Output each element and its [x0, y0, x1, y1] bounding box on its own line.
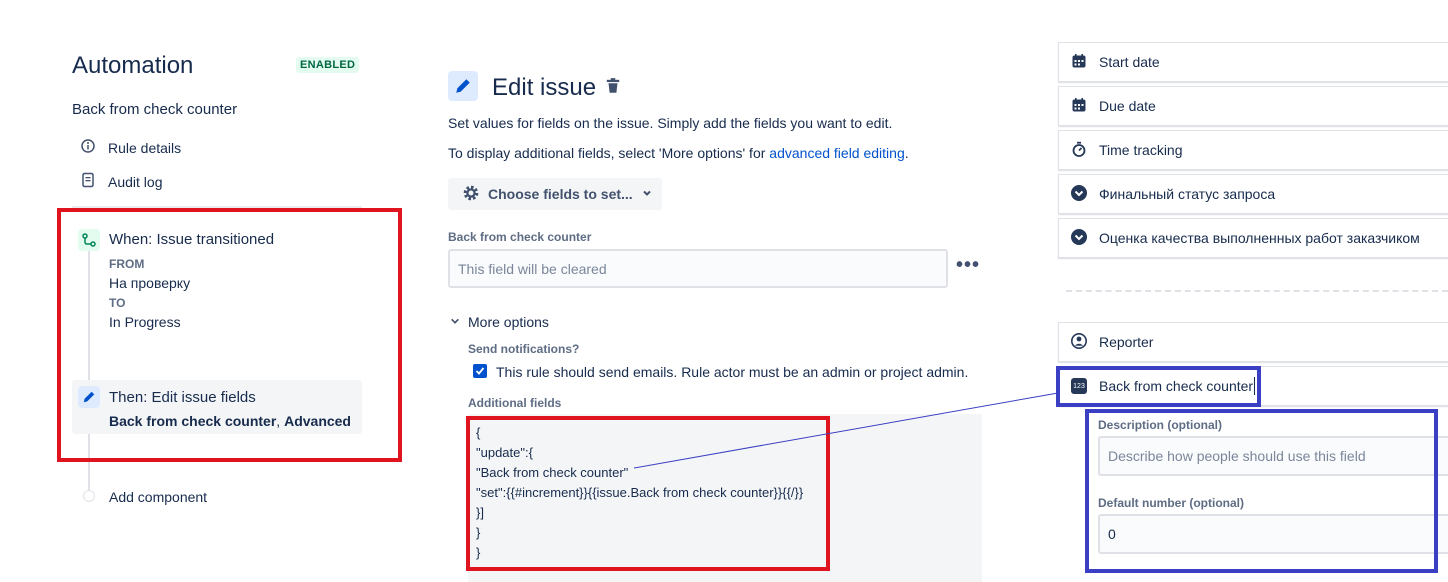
field-final-status[interactable]: Финальный статус запроса — [1058, 174, 1448, 214]
field-start-date[interactable]: Start date — [1058, 42, 1448, 82]
chevron-circle-icon — [1071, 184, 1087, 204]
field-reporter[interactable]: Reporter — [1058, 322, 1448, 362]
calendar-icon — [1071, 97, 1087, 116]
field-time-tracking-label: Time tracking — [1099, 142, 1183, 158]
field-time-tracking[interactable]: Time tracking — [1058, 130, 1448, 170]
annotation-box-blue-field — [1056, 366, 1261, 407]
chevron-circle-icon — [1071, 228, 1087, 248]
stopwatch-icon — [1071, 141, 1087, 160]
field-due-date-label: Due date — [1099, 98, 1156, 114]
user-icon — [1071, 332, 1087, 352]
field-due-date[interactable]: Due date — [1058, 86, 1448, 126]
field-quality-rating[interactable]: Оценка качества выполненных работ заказч… — [1058, 218, 1448, 258]
field-quality-rating-label: Оценка качества выполненных работ заказч… — [1099, 230, 1420, 246]
calendar-icon — [1071, 53, 1087, 72]
field-final-status-label: Финальный статус запроса — [1099, 186, 1276, 202]
field-reporter-label: Reporter — [1099, 334, 1154, 350]
field-start-date-label: Start date — [1099, 54, 1160, 70]
drop-zone-divider — [1066, 290, 1448, 292]
annotation-box-blue-config — [1085, 409, 1438, 573]
